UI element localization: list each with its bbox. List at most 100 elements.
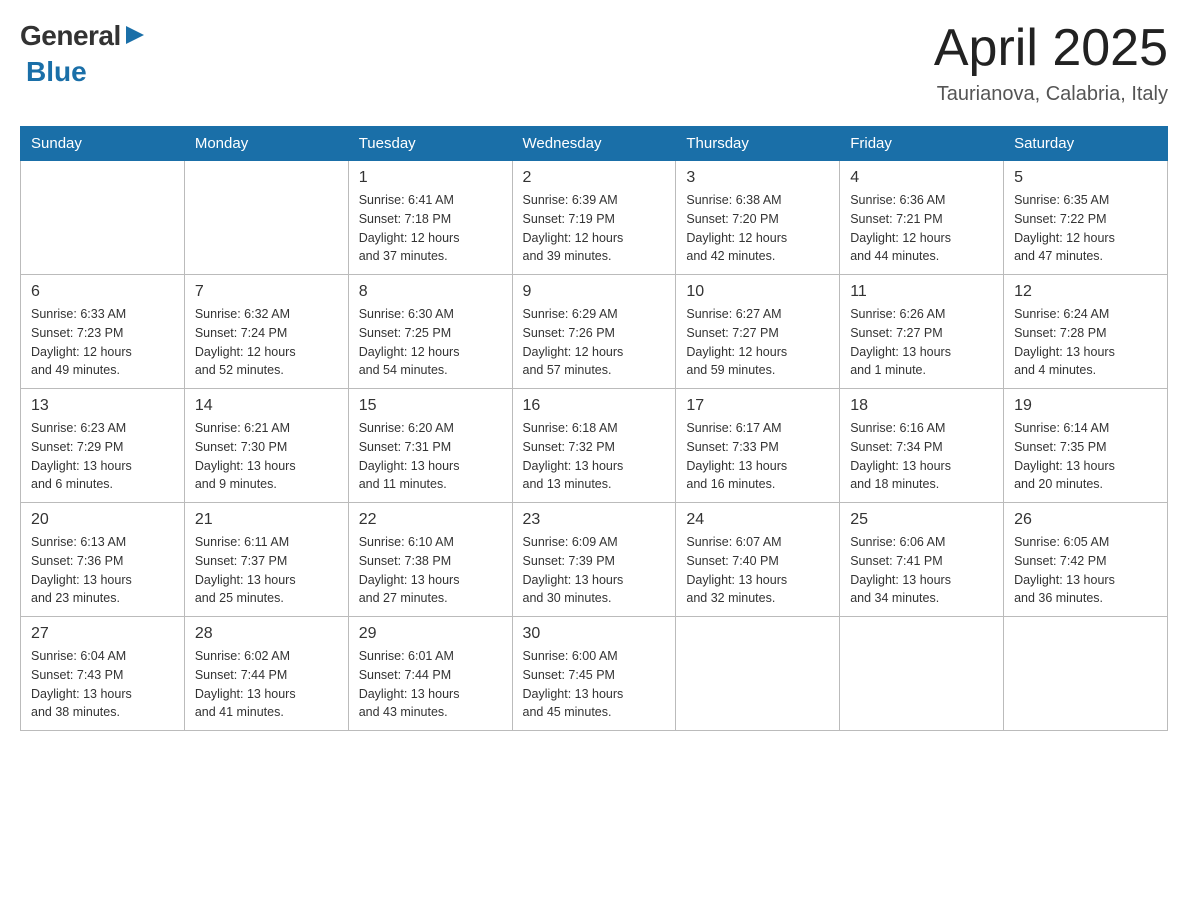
calendar-cell: 15Sunrise: 6:20 AMSunset: 7:31 PMDayligh… [348,389,512,503]
day-number: 8 [359,283,502,301]
day-number: 23 [523,511,666,529]
calendar-week-row: 27 Sunrise: 6:04 AMSunset: 7:43 PMDayligh… [21,617,1168,731]
calendar-cell: 30 Sunrise: 6:00 AMSunset: 7:45 PMDayligh… [512,617,676,731]
calendar-cell [184,161,348,275]
day-info: Sunrise: 6:10 AMSunset: 7:38 PMDaylight:… [359,533,502,608]
calendar-cell: 24 Sunrise: 6:07 AMSunset: 7:40 PMDayligh… [676,503,840,617]
day-info: Sunrise: 6:35 AMSunset: 7:22 PMDaylight:… [1014,191,1157,266]
calendar-week-row: 13 Sunrise: 6:23 AMSunset: 7:29 PMDayligh… [21,389,1168,503]
calendar-cell: 29Sunrise: 6:01 AMSunset: 7:44 PMDayligh… [348,617,512,731]
calendar-cell: 20 Sunrise: 6:13 AMSunset: 7:36 PMDayligh… [21,503,185,617]
day-number: 5 [1014,169,1157,187]
title-section: April 2025 Taurianova, Calabria, Italy [934,20,1168,106]
day-number: 16 [523,397,666,415]
calendar-week-row: 6Sunrise: 6:33 AMSunset: 7:23 PMDaylight… [21,275,1168,389]
logo-general-text: General [20,20,121,52]
day-info: Sunrise: 6:14 AMSunset: 7:35 PMDaylight:… [1014,419,1157,494]
day-number: 3 [686,169,829,187]
calendar-cell: 7 Sunrise: 6:32 AMSunset: 7:24 PMDaylight… [184,275,348,389]
day-number: 10 [686,283,829,301]
day-number: 12 [1014,283,1157,301]
day-number: 2 [523,169,666,187]
day-number: 13 [31,397,174,415]
day-info: Sunrise: 6:00 AMSunset: 7:45 PMDaylight:… [523,647,666,722]
col-monday: Monday [184,127,348,161]
col-sunday: Sunday [21,127,185,161]
calendar-cell [1004,617,1168,731]
day-info: Sunrise: 6:24 AMSunset: 7:28 PMDaylight:… [1014,305,1157,380]
day-info: Sunrise: 6:32 AMSunset: 7:24 PMDaylight:… [195,305,338,380]
calendar-cell: 8 Sunrise: 6:30 AMSunset: 7:25 PMDaylight… [348,275,512,389]
col-saturday: Saturday [1004,127,1168,161]
calendar-cell: 14 Sunrise: 6:21 AMSunset: 7:30 PMDayligh… [184,389,348,503]
calendar-cell: 16Sunrise: 6:18 AMSunset: 7:32 PMDayligh… [512,389,676,503]
day-info: Sunrise: 6:38 AMSunset: 7:20 PMDaylight:… [686,191,829,266]
day-info: Sunrise: 6:33 AMSunset: 7:23 PMDaylight:… [31,305,174,380]
day-number: 22 [359,511,502,529]
calendar-cell: 23 Sunrise: 6:09 AMSunset: 7:39 PMDayligh… [512,503,676,617]
day-number: 25 [850,511,993,529]
calendar-cell [676,617,840,731]
calendar-cell: 28 Sunrise: 6:02 AMSunset: 7:44 PMDayligh… [184,617,348,731]
day-info: Sunrise: 6:23 AMSunset: 7:29 PMDaylight:… [31,419,174,494]
calendar-cell: 18Sunrise: 6:16 AMSunset: 7:34 PMDayligh… [840,389,1004,503]
day-number: 4 [850,169,993,187]
day-number: 17 [686,397,829,415]
day-number: 19 [1014,397,1157,415]
day-info: Sunrise: 6:36 AMSunset: 7:21 PMDaylight:… [850,191,993,266]
location-text: Taurianova, Calabria, Italy [934,83,1168,106]
calendar-header-row: Sunday Monday Tuesday Wednesday Thursday… [21,127,1168,161]
day-info: Sunrise: 6:27 AMSunset: 7:27 PMDaylight:… [686,305,829,380]
day-number: 7 [195,283,338,301]
day-number: 26 [1014,511,1157,529]
col-wednesday: Wednesday [512,127,676,161]
day-info: Sunrise: 6:09 AMSunset: 7:39 PMDaylight:… [523,533,666,608]
day-info: Sunrise: 6:05 AMSunset: 7:42 PMDaylight:… [1014,533,1157,608]
page-header: General Blue April 2025 Taurianova, Cala… [20,20,1168,106]
day-number: 11 [850,283,993,301]
day-number: 27 [31,625,174,643]
day-info: Sunrise: 6:13 AMSunset: 7:36 PMDaylight:… [31,533,174,608]
day-info: Sunrise: 6:16 AMSunset: 7:34 PMDaylight:… [850,419,993,494]
day-info: Sunrise: 6:29 AMSunset: 7:26 PMDaylight:… [523,305,666,380]
calendar-week-row: 20 Sunrise: 6:13 AMSunset: 7:36 PMDayligh… [21,503,1168,617]
day-info: Sunrise: 6:30 AMSunset: 7:25 PMDaylight:… [359,305,502,380]
day-number: 29 [359,625,502,643]
calendar-cell: 21Sunrise: 6:11 AMSunset: 7:37 PMDayligh… [184,503,348,617]
calendar-cell: 4 Sunrise: 6:36 AMSunset: 7:21 PMDaylight… [840,161,1004,275]
calendar-table: Sunday Monday Tuesday Wednesday Thursday… [20,126,1168,731]
day-info: Sunrise: 6:17 AMSunset: 7:33 PMDaylight:… [686,419,829,494]
col-tuesday: Tuesday [348,127,512,161]
calendar-cell: 11Sunrise: 6:26 AMSunset: 7:27 PMDayligh… [840,275,1004,389]
calendar-cell: 19 Sunrise: 6:14 AMSunset: 7:35 PMDayligh… [1004,389,1168,503]
day-number: 30 [523,625,666,643]
day-info: Sunrise: 6:21 AMSunset: 7:30 PMDaylight:… [195,419,338,494]
day-number: 1 [359,169,502,187]
day-info: Sunrise: 6:07 AMSunset: 7:40 PMDaylight:… [686,533,829,608]
calendar-cell: 9 Sunrise: 6:29 AMSunset: 7:26 PMDaylight… [512,275,676,389]
day-number: 24 [686,511,829,529]
calendar-cell: 13 Sunrise: 6:23 AMSunset: 7:29 PMDayligh… [21,389,185,503]
day-info: Sunrise: 6:02 AMSunset: 7:44 PMDaylight:… [195,647,338,722]
calendar-cell: 26 Sunrise: 6:05 AMSunset: 7:42 PMDayligh… [1004,503,1168,617]
logo-top: General [20,20,146,52]
calendar-cell: 1Sunrise: 6:41 AMSunset: 7:18 PMDaylight… [348,161,512,275]
day-info: Sunrise: 6:39 AMSunset: 7:19 PMDaylight:… [523,191,666,266]
day-number: 14 [195,397,338,415]
calendar-cell: 25Sunrise: 6:06 AMSunset: 7:41 PMDayligh… [840,503,1004,617]
calendar-cell: 27 Sunrise: 6:04 AMSunset: 7:43 PMDayligh… [21,617,185,731]
day-info: Sunrise: 6:20 AMSunset: 7:31 PMDaylight:… [359,419,502,494]
day-info: Sunrise: 6:04 AMSunset: 7:43 PMDaylight:… [31,647,174,722]
day-number: 20 [31,511,174,529]
calendar-cell: 17 Sunrise: 6:17 AMSunset: 7:33 PMDayligh… [676,389,840,503]
logo: General Blue [20,20,146,88]
calendar-cell: 5 Sunrise: 6:35 AMSunset: 7:22 PMDaylight… [1004,161,1168,275]
calendar-week-row: 1Sunrise: 6:41 AMSunset: 7:18 PMDaylight… [21,161,1168,275]
day-number: 9 [523,283,666,301]
day-number: 28 [195,625,338,643]
calendar-cell: 3 Sunrise: 6:38 AMSunset: 7:20 PMDaylight… [676,161,840,275]
calendar-cell: 22 Sunrise: 6:10 AMSunset: 7:38 PMDayligh… [348,503,512,617]
col-friday: Friday [840,127,1004,161]
logo-arrow-icon [124,24,146,46]
calendar-cell: 12 Sunrise: 6:24 AMSunset: 7:28 PMDayligh… [1004,275,1168,389]
